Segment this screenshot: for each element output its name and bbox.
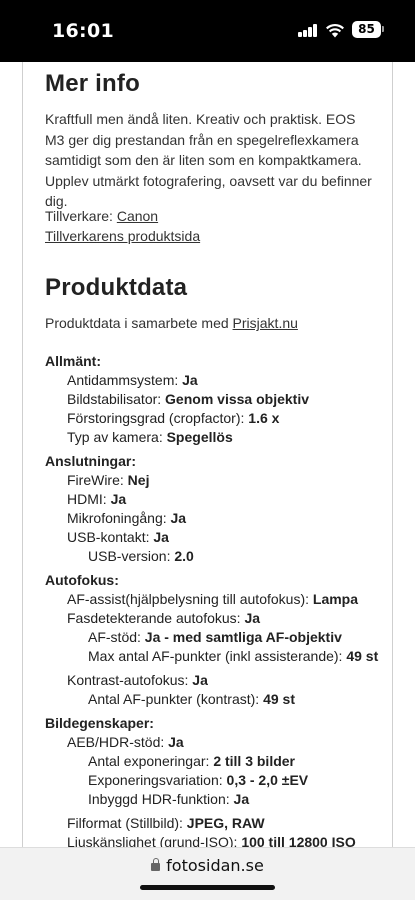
spec-section: Anslutningar: [45,453,136,469]
spec-row: AEB/HDR-stöd: Ja [67,734,184,750]
domain-text: fotosidan.se [166,856,264,875]
spec-section: Bildegenskaper: [45,715,154,731]
prisjakt-link[interactable]: Prisjakt.nu [233,315,298,331]
url-bar[interactable]: fotosidan.se [0,847,415,900]
spec-row: Förstoringsgrad (cropfactor): 1.6 x [67,410,280,426]
product-description: Kraftfull men ändå liten. Kreativ och pr… [45,111,372,209]
spec-row: Mikrofoningång: Ja [67,510,187,526]
manufacturer-label: Tillverkare: [45,208,113,224]
manufacturer-block: Tillverkare: Canon Tillverkarens produkt… [45,206,200,246]
spec-row: AF-assist(hjälpbelysning till autofokus)… [67,591,359,607]
spec-row: Max antal AF-punkter (inkl assisterande)… [88,648,379,664]
spec-section: Autofokus: [45,572,119,588]
spec-row: Exponeringsvariation: 0,3 - 2,0 ±EV [88,772,309,788]
address-field[interactable]: fotosidan.se [0,856,415,875]
status-bar: 16:01 85 [0,0,415,62]
status-time: 16:01 [52,20,114,42]
spec-row: USB-version: 2.0 [88,548,194,564]
spec-row: Bildstabilisator: Genom vissa objektiv [67,391,309,407]
lock-icon [151,858,161,871]
spec-row: FireWire: Nej [67,472,150,488]
spec-row: Ljuskänslighet (grund-ISO): 100 till 128… [67,834,356,847]
cellular-signal-icon [298,24,318,37]
wifi-icon [326,23,344,38]
spec-row: HDMI: Ja [67,491,127,507]
spec-row: Antidammsystem: Ja [67,372,198,388]
product-data-heading: Produktdata [45,274,188,301]
spec-row: Kontrast-autofokus: Ja [67,672,208,688]
spec-row: USB-kontakt: Ja [67,529,169,545]
battery-tip [382,26,384,32]
spec-row: AF-stöd: Ja - med samtliga AF-objektiv [88,629,342,645]
manufacturer-link[interactable]: Canon [117,208,158,224]
home-indicator[interactable] [140,885,275,890]
more-info-heading: Mer info [45,70,140,97]
web-page[interactable]: Mer info Kraftfull men ändå liten. Kreat… [0,62,415,847]
spec-row: Typ av kamera: Spegellös [67,429,233,445]
battery-icon: 85 [352,21,381,38]
collab-text: Produktdata i samarbete med Prisjakt.nu [45,315,298,331]
collab-label: Produktdata i samarbete med [45,315,229,331]
spec-row: Inbyggd HDR-funktion: Ja [88,791,250,807]
manufacturer-page-link[interactable]: Tillverkarens produktsida [45,228,200,244]
spec-row: Filformat (Stillbild): JPEG, RAW [67,815,265,831]
spec-row: Fasdetekterande autofokus: Ja [67,610,261,626]
spec-row: Antal exponeringar: 2 till 3 bilder [88,753,296,769]
spec-section: Allmänt: [45,353,101,369]
spec-row: Antal AF-punkter (kontrast): 49 st [88,691,295,707]
